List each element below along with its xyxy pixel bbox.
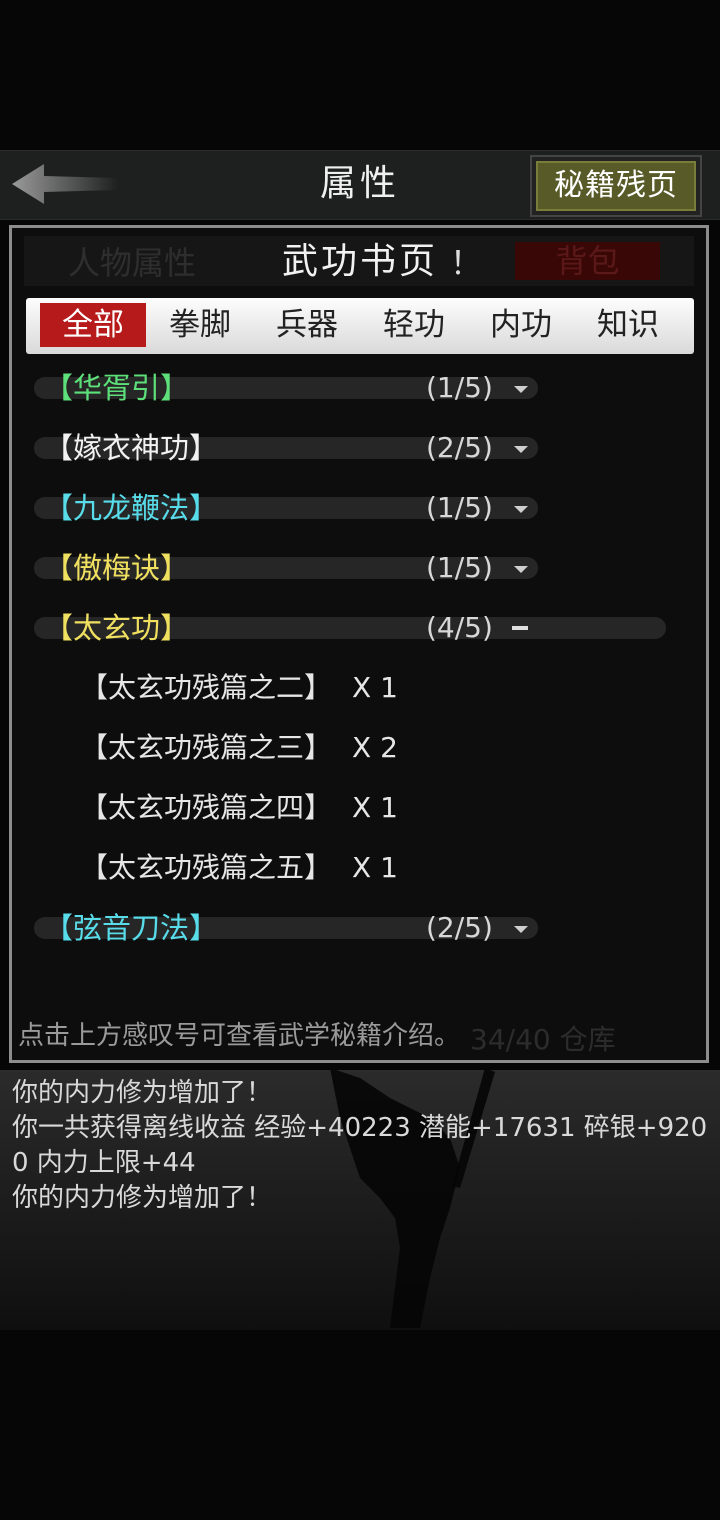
list-item-count: (1/5) — [426, 491, 493, 524]
list-item-name[interactable]: 【弦音刀法】 — [44, 908, 218, 948]
list-item-count: (2/5) — [426, 911, 493, 944]
list-item-name[interactable]: 【傲梅诀】 — [44, 548, 189, 588]
list-item-count: (1/5) — [426, 371, 493, 404]
log-line: 你的内力修为增加了！ — [12, 1078, 273, 1108]
fragment-item-name: 【太玄功残篇之三】 — [80, 731, 333, 764]
list-item-name[interactable]: 【太玄功】 — [44, 608, 189, 648]
collapse-minus-icon[interactable] — [512, 626, 528, 630]
fragment-item-qty: X 1 — [352, 851, 398, 884]
list-item-count: (2/5) — [426, 431, 493, 464]
tab-inner[interactable]: 内功 — [468, 303, 574, 347]
list-item-name[interactable]: 【华胥引】 — [44, 368, 189, 408]
list-item-count: (4/5) — [426, 611, 493, 644]
log-line: 你的内力修为增加了！ — [12, 1183, 273, 1213]
secret-pages-button[interactable]: 秘籍残页 — [536, 161, 696, 211]
list-item-name[interactable]: 【九龙鞭法】 — [44, 488, 218, 528]
fragment-item-qty: X 1 — [352, 791, 398, 824]
expand-chevron-icon[interactable] — [514, 926, 528, 933]
list-item-count: (1/5) — [426, 551, 493, 584]
log-line: 你一共获得离线收益 经验+40223 潜能+17631 碎银+9200 内力上限… — [12, 1113, 708, 1178]
fragment-item-name: 【太玄功残篇之五】 — [80, 851, 333, 884]
fragment-item-name: 【太玄功残篇之二】 — [80, 671, 333, 704]
info-exclamation-icon[interactable]: ！ — [450, 238, 482, 288]
hint-text: 点击上方感叹号可查看武学秘籍介绍。 — [18, 1021, 461, 1051]
tab-fist[interactable]: 拳脚 — [147, 303, 253, 347]
background-storage-count: 34/40 仓库 — [470, 1023, 616, 1056]
tab-weapon[interactable]: 兵器 — [254, 303, 360, 347]
expand-chevron-icon[interactable] — [514, 386, 528, 393]
tab-knowledge[interactable]: 知识 — [575, 303, 681, 347]
expand-chevron-icon[interactable] — [514, 506, 528, 513]
panel-title: 武功书页 — [281, 241, 438, 282]
message-log: 你的内力修为增加了！ 你一共获得离线收益 经验+40223 潜能+17631 碎… — [12, 1076, 708, 1216]
list-item-name[interactable]: 【嫁衣神功】 — [44, 428, 218, 468]
fragment-item-name: 【太玄功残篇之四】 — [80, 791, 333, 824]
tab-lightness[interactable]: 轻功 — [361, 303, 467, 347]
expand-chevron-icon[interactable] — [514, 446, 528, 453]
fragment-item-qty: X 2 — [352, 731, 398, 764]
fragment-item-qty: X 1 — [352, 671, 398, 704]
tab-all[interactable]: 全部 — [40, 303, 146, 347]
expand-chevron-icon[interactable] — [514, 566, 528, 573]
